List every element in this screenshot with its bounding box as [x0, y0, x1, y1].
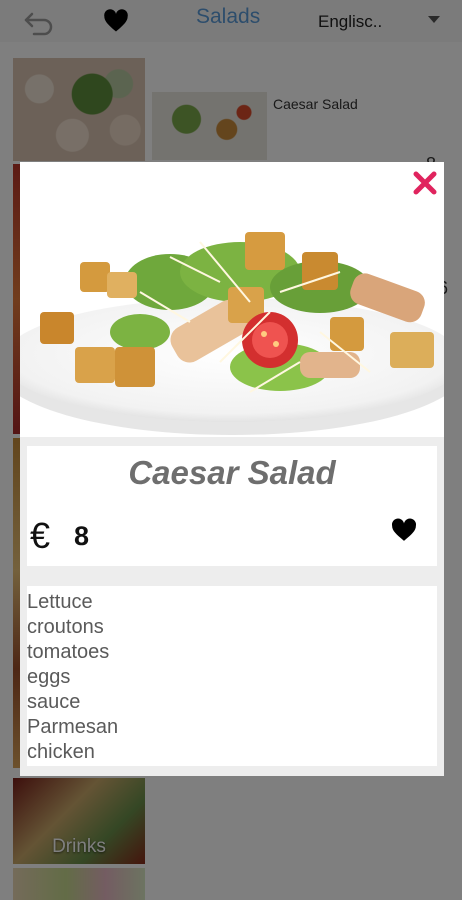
euro-icon: € — [30, 515, 51, 556]
close-icon — [413, 171, 437, 195]
dish-price: 8 — [74, 521, 90, 551]
dish-detail-modal: Caesar Salad € 8 Lettuce croutons tomato… — [20, 162, 444, 776]
ingredient-item: sauce — [27, 691, 81, 713]
heart-icon — [391, 518, 417, 541]
ingredient-item: chicken — [27, 741, 95, 763]
ingredients-list: Lettuce croutons tomatoes eggs sauce Par… — [27, 586, 437, 766]
ingredient-item: Lettuce — [27, 591, 93, 613]
dish-name: Caesar Salad — [128, 454, 336, 491]
ingredient-item: croutons — [27, 616, 104, 638]
app-screen: Salads Englisc.. Drinks Caesar Salad 8 6 — [0, 0, 462, 900]
favorite-button[interactable] — [391, 518, 417, 542]
ingredient-item: Parmesan — [27, 716, 119, 738]
ingredient-item: eggs — [27, 666, 71, 688]
dish-info-card: Caesar Salad € 8 — [27, 446, 437, 566]
close-button[interactable] — [412, 170, 438, 196]
ingredient-item: tomatoes — [27, 641, 110, 663]
dish-photo — [20, 162, 444, 437]
